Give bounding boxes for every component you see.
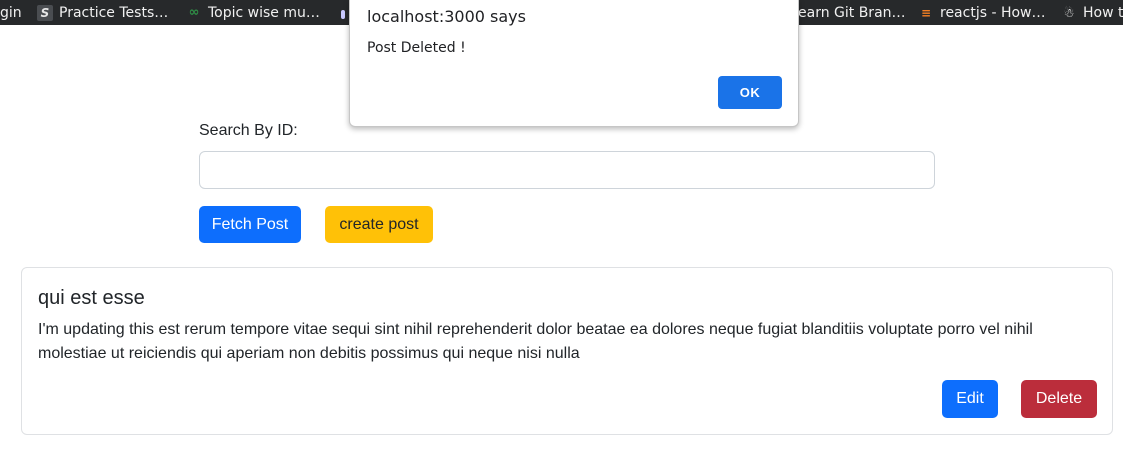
post-card: qui est esse I'm updating this est rerum… — [21, 267, 1113, 435]
post-title: qui est esse — [38, 287, 145, 309]
post-body: I'm updating this est rerum tempore vita… — [38, 321, 1033, 362]
edit-button[interactable]: Edit — [942, 380, 998, 418]
dialog-title: localhost:3000 says — [367, 7, 526, 26]
fetch-post-button[interactable]: Fetch Post — [199, 206, 301, 243]
bookmark-label: Topic wise mu… — [208, 4, 320, 21]
bookmark-item[interactable]: earn Git Bran… — [798, 0, 906, 25]
bookmark-item[interactable]: ≡ reactjs - How… — [918, 0, 1046, 25]
stackoverflow-icon: ≡ — [920, 5, 932, 20]
bookmark-label: reactjs - How… — [940, 4, 1046, 21]
dialog-message: Post Deleted ! — [367, 40, 466, 56]
s-logo-icon: S — [37, 4, 53, 21]
bookmark-label: How t — [1083, 4, 1123, 21]
search-id-input[interactable] — [199, 151, 935, 189]
alert-dialog: localhost:3000 says Post Deleted ! OK — [349, 0, 799, 127]
bookmark-item[interactable]: gin — [0, 0, 22, 25]
dialog-ok-button[interactable]: OK — [718, 76, 782, 109]
bookmark-item[interactable]: ☃ How t — [1061, 0, 1123, 25]
bookmark-item[interactable]: ∞ Topic wise mu… — [186, 0, 320, 25]
pin-icon — [339, 5, 347, 21]
bookmark-item[interactable] — [339, 0, 347, 25]
geeksforgeeks-icon: ∞ — [188, 5, 200, 20]
bookmark-label: earn Git Bran… — [798, 4, 906, 21]
bookmark-label: gin — [0, 4, 22, 21]
delete-button[interactable]: Delete — [1021, 380, 1097, 418]
create-post-button[interactable]: create post — [325, 206, 433, 243]
bot-icon: ☃ — [1063, 5, 1075, 20]
bookmark-label: Practice Tests… — [59, 4, 169, 21]
search-by-id-label: Search By ID: — [199, 122, 298, 139]
bookmark-item[interactable]: S Practice Tests… — [37, 0, 168, 25]
